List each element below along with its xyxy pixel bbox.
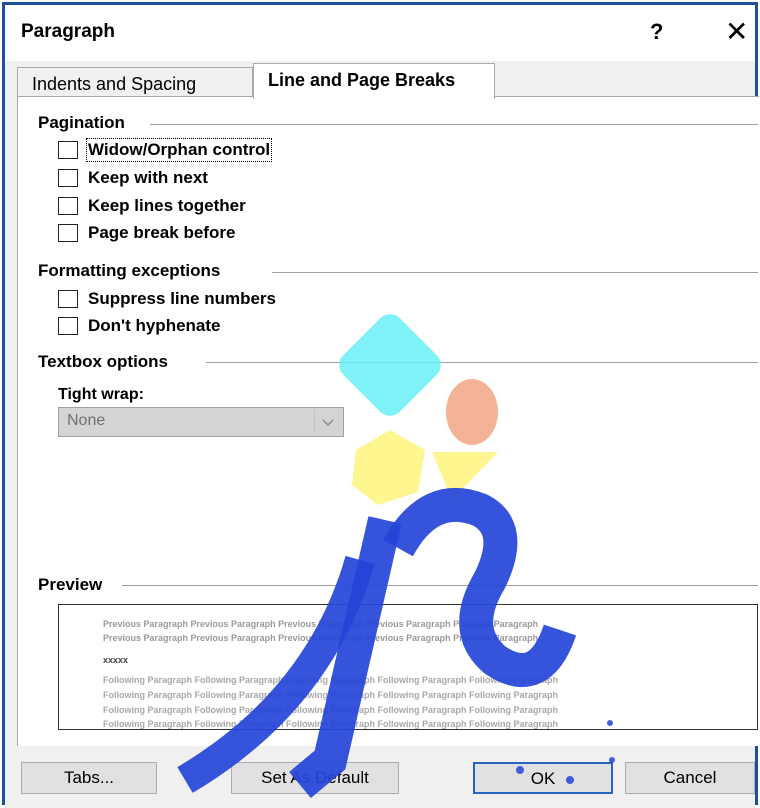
checkbox-label: Widow/Orphan control <box>85 138 273 162</box>
preview-following-line: Following Paragraph Following Paragraph … <box>103 705 559 715</box>
checkbox[interactable] <box>58 224 78 242</box>
dialog-title: Paragraph <box>21 21 115 42</box>
keep-lines-together-option[interactable]: Keep lines together <box>58 195 246 217</box>
button-bar: Tabs... Set As Default OK Cancel <box>5 746 755 808</box>
pagination-heading: Pagination <box>38 113 125 132</box>
preview-previous-line: Previous Paragraph Previous Paragraph Pr… <box>103 633 539 643</box>
paragraph-dialog: Paragraph ? ✕ Indents and Spacing Line a… <box>2 2 759 808</box>
checkbox[interactable] <box>58 169 78 187</box>
group-divider <box>122 585 758 586</box>
preview-sample-text: xxxxx <box>103 655 129 665</box>
checkbox[interactable] <box>58 197 78 215</box>
preview-following-line: Following Paragraph Following Paragraph … <box>103 690 559 700</box>
preview-following-line: Following Paragraph Following Paragraph … <box>103 675 559 685</box>
checkbox[interactable] <box>58 317 78 335</box>
tab-line-and-page-breaks[interactable]: Line and Page Breaks <box>253 63 495 99</box>
tight-wrap-select[interactable]: None <box>58 407 344 437</box>
group-divider <box>272 272 758 273</box>
tight-wrap-value: None <box>67 412 106 429</box>
close-icon[interactable]: ✕ <box>725 15 748 48</box>
ok-button[interactable]: OK <box>473 762 613 794</box>
checkbox[interactable] <box>58 141 78 159</box>
tab-indents-and-spacing[interactable]: Indents and Spacing <box>17 67 253 97</box>
set-as-default-button[interactable]: Set As Default <box>231 762 399 794</box>
checkbox-label: Page break before <box>88 223 236 242</box>
tab-panel: Pagination Widow/Orphan control Keep wit… <box>17 96 759 746</box>
formatting-exceptions-heading: Formatting exceptions <box>38 261 221 280</box>
checkbox-label: Keep with next <box>88 168 208 187</box>
checkbox[interactable] <box>58 290 78 308</box>
chevron-down-icon[interactable] <box>314 410 341 434</box>
dont-hyphenate-option[interactable]: Don't hyphenate <box>58 315 221 337</box>
preview-heading: Preview <box>38 575 103 594</box>
group-divider <box>150 124 758 125</box>
keep-with-next-option[interactable]: Keep with next <box>58 167 208 189</box>
preview-following-line: Following Paragraph Following Paragraph … <box>103 719 559 729</box>
checkbox-label: Suppress line numbers <box>88 289 276 308</box>
tab-strip: Indents and Spacing Line and Page Breaks <box>5 61 755 99</box>
tabs-button[interactable]: Tabs... <box>21 762 157 794</box>
group-divider <box>206 362 758 363</box>
widow-orphan-control-option[interactable]: Widow/Orphan control <box>58 138 273 162</box>
page-break-before-option[interactable]: Page break before <box>58 222 235 244</box>
checkbox-label: Keep lines together <box>88 196 246 215</box>
preview-previous-line: Previous Paragraph Previous Paragraph Pr… <box>103 619 539 629</box>
preview-pane: Previous Paragraph Previous Paragraph Pr… <box>58 604 758 730</box>
suppress-line-numbers-option[interactable]: Suppress line numbers <box>58 288 276 310</box>
help-button[interactable]: ? <box>650 19 663 45</box>
checkbox-label: Don't hyphenate <box>88 316 221 335</box>
textbox-options-heading: Textbox options <box>38 352 169 371</box>
cancel-button[interactable]: Cancel <box>625 762 755 794</box>
title-bar: Paragraph ? ✕ <box>5 5 755 61</box>
tight-wrap-label: Tight wrap: <box>58 386 144 403</box>
